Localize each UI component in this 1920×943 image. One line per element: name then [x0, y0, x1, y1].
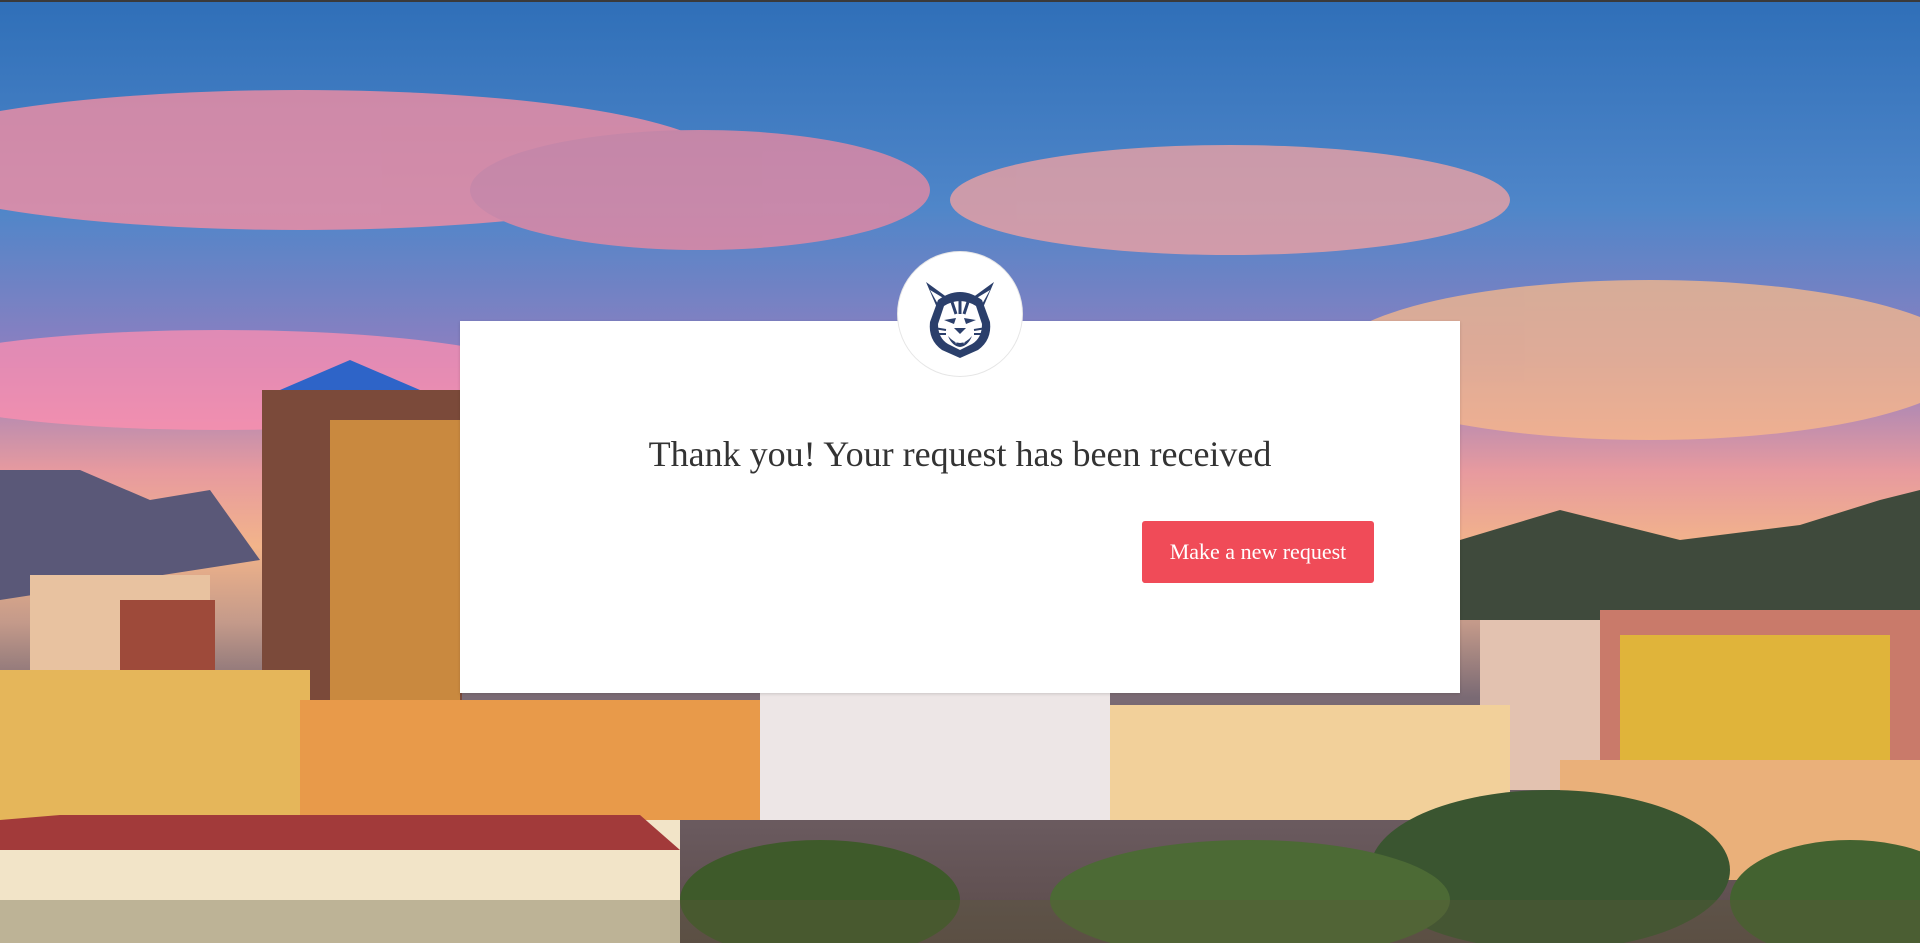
confirmation-card: Thank you! Your request has been receive…: [460, 321, 1460, 693]
make-new-request-button[interactable]: Make a new request: [1142, 521, 1374, 583]
confirmation-title: Thank you! Your request has been receive…: [648, 434, 1272, 474]
page-background: Thank you! Your request has been receive…: [0, 0, 1920, 943]
wildcat-logo: [898, 252, 1022, 376]
wildcat-mascot-icon: [926, 282, 994, 358]
